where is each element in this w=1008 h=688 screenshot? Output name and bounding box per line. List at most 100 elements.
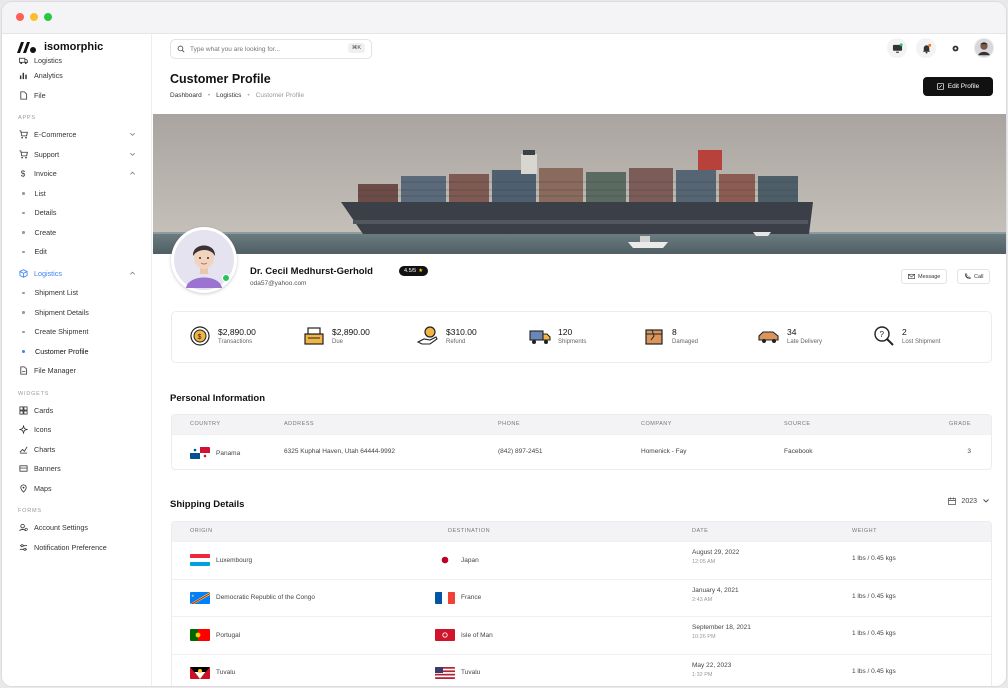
- column-header: COMPANY: [641, 421, 672, 427]
- shipping-table: ORIGIN DESTINATION DATE WEIGHT Luxembour…: [171, 521, 992, 686]
- bell-icon: [922, 43, 931, 54]
- sidebar-item-label: File Manager: [34, 366, 76, 376]
- flag-luxembourg-icon: [190, 554, 210, 566]
- damaged-box-icon: [645, 329, 663, 345]
- edit-profile-button[interactable]: Edit Profile: [923, 77, 993, 96]
- sidebar-subitem-details[interactable]: Details: [2, 203, 151, 223]
- cards-icon: [18, 405, 28, 415]
- bullet-icon: [22, 291, 25, 294]
- page-title: Customer Profile: [170, 72, 271, 86]
- table-row[interactable]: Panama 6325 Kuphal Haven, Utah 64444-999…: [172, 434, 991, 469]
- sidebar-item-label: Logistics: [34, 55, 62, 65]
- user-avatar-button[interactable]: [974, 38, 994, 58]
- sparkle-icon: [18, 425, 28, 435]
- sidebar-item-ecommerce[interactable]: E-Commerce: [2, 125, 151, 145]
- profile-email: oda57@yahoo.com: [250, 280, 307, 287]
- sidebar-item-logistics[interactable]: Logistics: [2, 264, 151, 284]
- chevron-up-icon: [130, 171, 135, 175]
- sidebar-item-icons[interactable]: Icons: [2, 420, 151, 440]
- origin-cell: Portugal: [190, 629, 240, 641]
- sidebar-item-logistics-top[interactable]: Logistics: [2, 54, 151, 66]
- stat-label: Transactions: [218, 339, 253, 345]
- sidebar-subitem-list[interactable]: List: [2, 184, 151, 204]
- online-status-dot: [222, 274, 230, 282]
- search-input[interactable]: Type what you are looking for... ⌘K: [170, 39, 372, 59]
- messages-button[interactable]: [887, 38, 907, 58]
- sidebar-subitem-create-shipment[interactable]: Create Shipment: [2, 322, 151, 342]
- message-button[interactable]: Message: [901, 269, 948, 284]
- flag-france-icon: [435, 591, 455, 604]
- minimize-window-button[interactable]: [30, 13, 38, 21]
- stat-label: Shipments: [558, 339, 587, 345]
- destination-cell: Isle of Man: [435, 629, 493, 641]
- user-settings-icon: [18, 523, 28, 533]
- sidebar-item-invoice[interactable]: $ Invoice: [2, 164, 151, 184]
- sidebar-subitem-label: Details: [34, 208, 57, 218]
- breadcrumb-separator: •: [207, 92, 211, 99]
- origin-cell: Luxembourg: [190, 554, 252, 566]
- sidebar-item-label: Charts: [34, 444, 56, 454]
- sidebar-item-notification-preference[interactable]: Notification Preference: [2, 538, 151, 558]
- main-content: Type what you are looking for... ⌘K Cust…: [153, 34, 1006, 686]
- table-row[interactable]: Luxembourg Japan August 29, 2022 12:05 A…: [172, 541, 991, 579]
- sidebar-subitem-shipment-list[interactable]: Shipment List: [2, 283, 151, 303]
- sidebar-item-maps[interactable]: Maps: [2, 479, 151, 499]
- title-bar: [2, 2, 1006, 34]
- message-label: Message: [918, 273, 941, 280]
- breadcrumb-current: Customer Profile: [255, 92, 305, 99]
- column-header: COUNTRY: [190, 421, 221, 427]
- destination-value: Tuvalu: [461, 669, 481, 676]
- breadcrumb: Dashboard • Logistics • Customer Profile: [170, 92, 304, 99]
- sidebar-item-analytics[interactable]: Analytics: [2, 66, 151, 86]
- stat-value: 34: [787, 327, 797, 337]
- origin-value: Luxembourg: [216, 556, 253, 564]
- map-pin-icon: [18, 483, 28, 493]
- flag-us-icon: [435, 666, 455, 679]
- sidebar-item-charts[interactable]: Charts: [2, 440, 151, 460]
- breadcrumb-logistics[interactable]: Logistics: [216, 92, 241, 99]
- sidebar-subitem-label: Customer Profile: [35, 346, 89, 356]
- personal-info-table: COUNTRY ADDRESS PHONE COMPANY SOURCE GRA…: [171, 414, 992, 470]
- cargo-ship-image: [153, 114, 1006, 254]
- table-row[interactable]: Portugal Isle of Man September 18, 2021 …: [172, 616, 991, 654]
- app-logo[interactable]: isomorphic: [16, 40, 103, 54]
- svg-text:$: $: [198, 334, 202, 341]
- stat-label: Damaged: [672, 339, 699, 345]
- sidebar-item-support[interactable]: Support: [2, 145, 151, 165]
- mail-icon: [908, 274, 915, 279]
- sidebar-item-label: Account Settings: [34, 523, 88, 533]
- table-row[interactable]: ★ Democratic Republic of the Congo Franc…: [172, 578, 991, 617]
- column-header: DATE: [692, 528, 709, 534]
- sidebar-item-cards[interactable]: Cards: [2, 401, 151, 421]
- year-select[interactable]: 2023: [948, 497, 990, 505]
- sidebar-subitem-shipment-details[interactable]: Shipment Details: [2, 303, 151, 323]
- sidebar-item-file-manager[interactable]: File Manager: [2, 361, 151, 381]
- sidebar-subitem-create[interactable]: Create: [2, 223, 151, 243]
- stat-late-delivery: 34 Late Delivery: [757, 324, 822, 348]
- sidebar-subitem-edit[interactable]: Edit: [2, 242, 151, 262]
- file-manager-icon: [18, 366, 28, 376]
- origin-value: Portugal: [216, 631, 241, 639]
- sidebar-item-banners[interactable]: Banners: [2, 459, 151, 479]
- gear-icon: [952, 45, 958, 51]
- star-icon: ★: [418, 268, 424, 274]
- company-value: Homenick - Fay: [641, 448, 687, 455]
- sidebar-item-label: Analytics: [34, 71, 63, 81]
- time-value: 10:26 PM: [692, 634, 716, 640]
- flag-japan-icon: [435, 554, 455, 566]
- table-row[interactable]: Tuvalu Tuvalu May 22, 2023 1:32 PM 1 lbs…: [172, 653, 991, 687]
- close-window-button[interactable]: [16, 13, 24, 21]
- settings-button[interactable]: [945, 38, 965, 58]
- notifications-button[interactable]: [916, 38, 936, 58]
- sidebar-subitem-customer-profile[interactable]: Customer Profile: [2, 342, 151, 362]
- cart-icon: [18, 149, 28, 159]
- breadcrumb-dashboard[interactable]: Dashboard: [170, 92, 202, 99]
- maximize-window-button[interactable]: [44, 13, 52, 21]
- call-button[interactable]: Call: [957, 269, 991, 284]
- sidebar-item-account-settings[interactable]: Account Settings: [2, 518, 151, 538]
- cargo-truck-icon: [529, 330, 551, 344]
- section-header-widgets: WIDGETS: [18, 390, 50, 397]
- sidebar-item-file[interactable]: File: [2, 86, 151, 106]
- origin-value: Democratic Republic of the Congo: [216, 594, 315, 601]
- chart-icon: [18, 71, 28, 81]
